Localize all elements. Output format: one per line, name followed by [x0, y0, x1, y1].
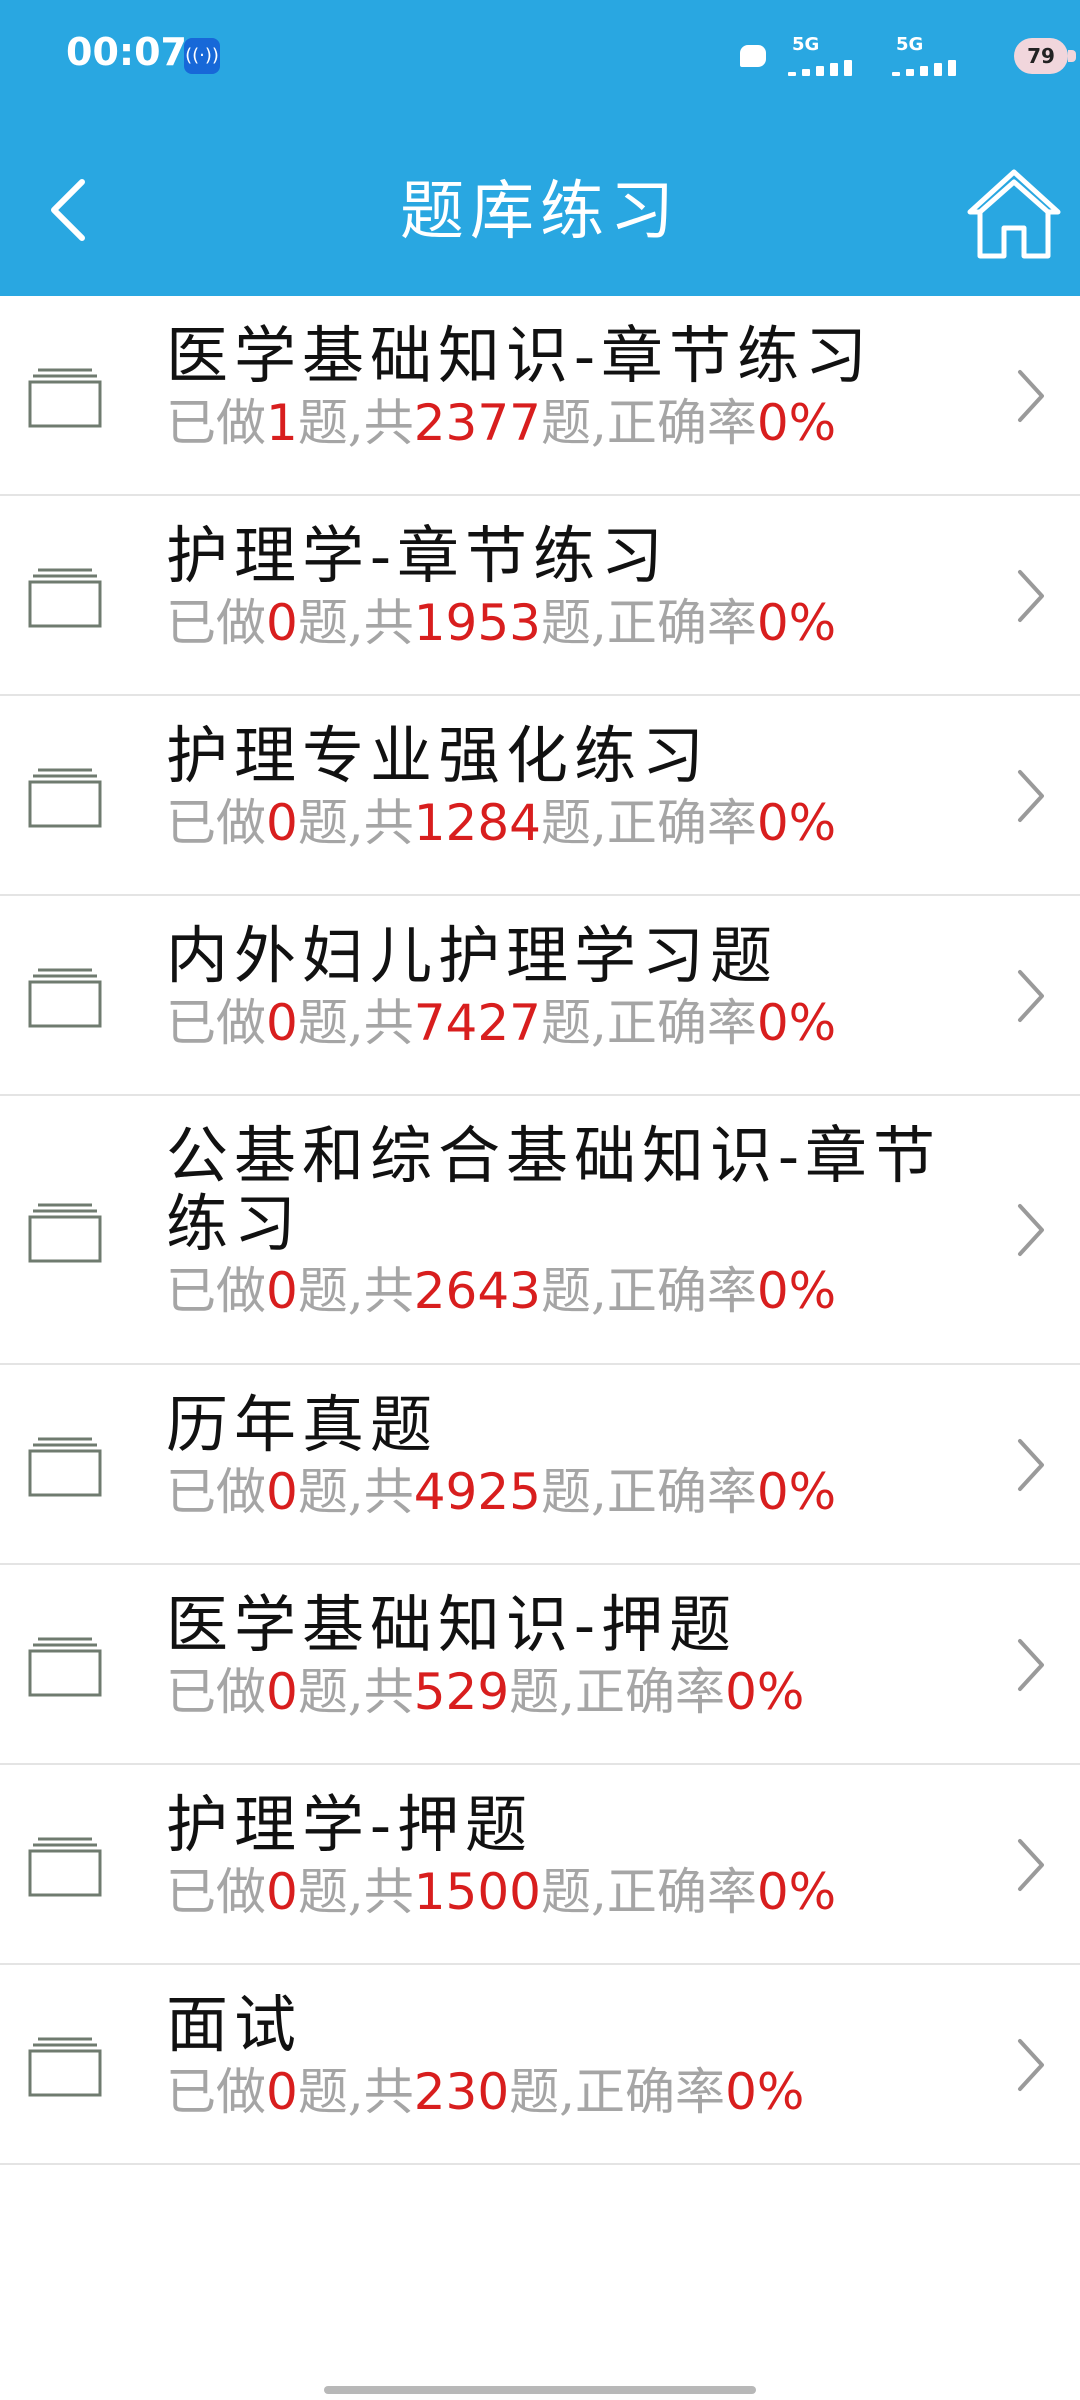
message-icon [740, 45, 766, 67]
chevron-right-icon [1018, 370, 1044, 422]
hotspot-icon: ((·)) [184, 38, 220, 74]
folder-icon [28, 768, 102, 828]
item-title: 护理学-押题 [166, 1788, 533, 1861]
folder-icon [28, 2037, 102, 2097]
list-item[interactable]: 历年真题 已做0题,共4925题,正确率0% [0, 1365, 1080, 1565]
item-title: 医学基础知识-押题 [166, 1588, 737, 1661]
folder-icon [28, 368, 102, 428]
app-header: 00:07 ((·)) 5G 5G 79 题库练习 [0, 0, 1080, 296]
folder-icon [28, 568, 102, 628]
list-item[interactable]: 公基和综合基础知识-章节练习 已做0题,共2643题,正确率0% [0, 1096, 1080, 1365]
item-title: 医学基础知识-章节练习 [166, 319, 873, 392]
folder-icon [28, 1437, 102, 1497]
list-item[interactable]: 护理学-章节练习 已做0题,共1953题,正确率0% [0, 496, 1080, 696]
chevron-right-icon [1018, 1204, 1044, 1256]
chevron-right-icon [1018, 1839, 1044, 1891]
item-stats: 已做1题,共2377题,正确率0% [166, 394, 837, 452]
item-title: 公基和综合基础知识-章节练习 [166, 1119, 941, 1260]
home-button[interactable] [966, 166, 1062, 262]
list-item[interactable]: 面试 已做0题,共230题,正确率0% [0, 1965, 1080, 2165]
list-item[interactable]: 医学基础知识-押题 已做0题,共529题,正确率0% [0, 1565, 1080, 1765]
chevron-right-icon [1018, 570, 1044, 622]
folder-icon [28, 1203, 102, 1263]
list-item[interactable]: 内外妇儿护理学习题 已做0题,共7427题,正确率0% [0, 896, 1080, 1096]
item-title: 历年真题 [166, 1388, 439, 1461]
page-title: 题库练习 [400, 175, 680, 249]
list-item[interactable]: 护理学-押题 已做0题,共1500题,正确率0% [0, 1765, 1080, 1965]
item-stats: 已做0题,共1953题,正确率0% [166, 594, 837, 652]
signal-label: 5G [896, 34, 924, 55]
item-title: 护理专业强化练习 [166, 719, 711, 792]
item-stats: 已做0题,共1500题,正确率0% [166, 1863, 837, 1921]
status-icons: 5G 5G 79 [680, 0, 1080, 110]
folder-icon [28, 1837, 102, 1897]
item-stats: 已做0题,共529题,正确率0% [166, 1663, 805, 1721]
list-item[interactable]: 护理专业强化练习 已做0题,共1284题,正确率0% [0, 696, 1080, 896]
chevron-right-icon [1018, 2039, 1044, 2091]
nav-bar: 题库练习 [0, 110, 1080, 296]
list-item[interactable]: 医学基础知识-章节练习 已做1题,共2377题,正确率0% [0, 296, 1080, 496]
status-bar: 00:07 ((·)) 5G 5G 79 [0, 0, 1080, 110]
folder-icon [28, 968, 102, 1028]
item-title: 面试 [166, 1988, 303, 2061]
item-stats: 已做0题,共2643题,正确率0% [166, 1262, 837, 1320]
signal-5g-icon-2: 5G [892, 34, 964, 78]
signal-label: 5G [792, 34, 820, 55]
battery-tip [1068, 50, 1076, 62]
signal-5g-icon-1: 5G [788, 34, 860, 78]
gesture-home-bar[interactable] [324, 2386, 756, 2394]
item-stats: 已做0题,共1284题,正确率0% [166, 794, 837, 852]
item-stats: 已做0题,共4925题,正确率0% [166, 1463, 837, 1521]
chevron-right-icon [1018, 1639, 1044, 1691]
home-icon [967, 169, 1061, 259]
chevron-right-icon [1018, 1439, 1044, 1491]
battery-icon: 79 [1014, 38, 1068, 74]
question-bank-list: 医学基础知识-章节练习 已做1题,共2377题,正确率0% 护理学-章节练习 已… [0, 296, 1080, 2165]
chevron-right-icon [1018, 970, 1044, 1022]
item-stats: 已做0题,共7427题,正确率0% [166, 994, 837, 1052]
status-time: 00:07 [66, 30, 187, 74]
item-stats: 已做0题,共230题,正确率0% [166, 2063, 805, 2121]
item-title: 内外妇儿护理学习题 [166, 919, 779, 992]
item-title: 护理学-章节练习 [166, 519, 669, 592]
chevron-right-icon [1018, 770, 1044, 822]
folder-icon [28, 1637, 102, 1697]
